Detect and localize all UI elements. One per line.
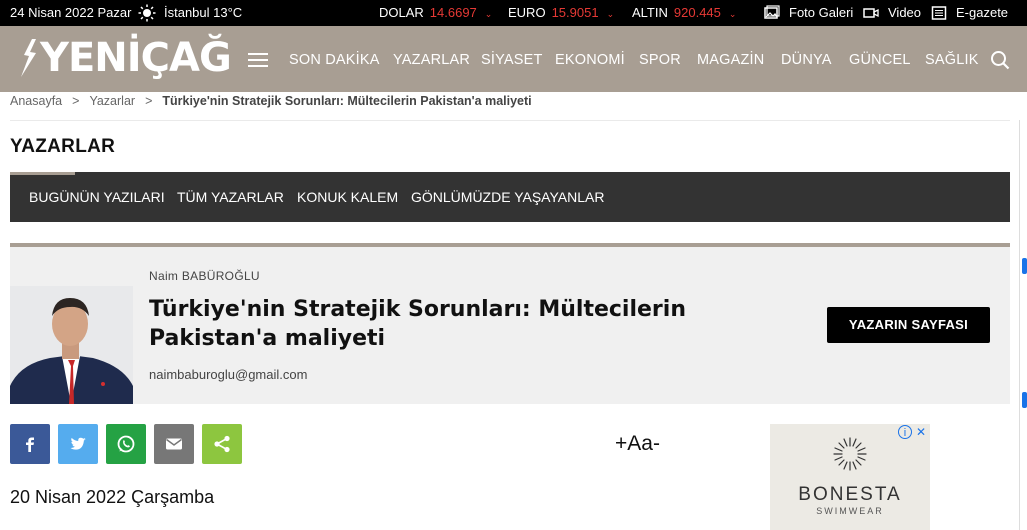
breadcrumb-separator: >	[145, 94, 153, 108]
link-label: Video	[888, 5, 922, 20]
email-share-button[interactable]	[154, 424, 194, 464]
ad-subtitle: SWIMWEAR	[816, 506, 884, 516]
currency-value: 14.6697	[429, 5, 477, 20]
nav-magazin[interactable]: MAGAZİN	[697, 52, 764, 68]
nav-guncel[interactable]: GÜNCEL	[849, 52, 911, 68]
currency-value: 15.9051	[551, 5, 599, 20]
currency-name: DOLAR	[379, 5, 424, 20]
currency-euro[interactable]: EURO 15.9051 ⌄	[508, 5, 614, 20]
site-logo[interactable]: YENİÇAĞ	[18, 35, 232, 81]
chevron-down-icon: ⌄	[728, 9, 737, 19]
email-icon	[166, 438, 182, 450]
ad-brand: BONESTA	[798, 484, 902, 505]
side-panel-edge	[1019, 120, 1027, 530]
breadcrumb: Anasayfa > Yazarlar > Türkiye'nin Stratejik …	[10, 94, 532, 108]
nav-yazarlar[interactable]: YAZARLAR	[393, 52, 470, 68]
breadcrumb-separator: >	[72, 94, 80, 108]
e-gazete-link[interactable]: E-gazete	[931, 5, 1009, 20]
nav-ekonomi[interactable]: EKONOMİ	[555, 52, 625, 68]
search-icon[interactable]	[990, 50, 1010, 70]
currency-name: ALTIN	[632, 5, 668, 20]
font-size-control[interactable]: +Aa-	[615, 432, 660, 456]
site-header: YENİÇAĞ SON DAKİKA YAZARLAR SİYASET EKON…	[0, 26, 1027, 92]
top-bar: 24 Nisan 2022 Pazar İstanbul 13°C DOLAR 1…	[0, 0, 1027, 26]
section-title: YAZARLAR	[10, 136, 116, 157]
twitter-icon	[70, 437, 86, 450]
article-date: 20 Nisan 2022 Çarşamba	[10, 487, 215, 507]
weather-text: İstanbul 13°C	[164, 5, 243, 20]
article-title: Türkiye'nin Stratejik Sorunları: Mülteci…	[149, 297, 686, 351]
author-email[interactable]: naimbaburoglu@gmail.com	[149, 367, 307, 382]
nav-spor[interactable]: SPOR	[639, 52, 681, 68]
logo-mark-icon	[21, 39, 36, 77]
photo-gallery-icon	[764, 5, 780, 19]
facebook-share-button[interactable]	[10, 424, 50, 464]
sun-icon	[138, 4, 156, 22]
breadcrumb-current: Türkiye'nin Stratejik Sorunları: Mülteci…	[162, 94, 532, 108]
link-label: E-gazete	[956, 5, 1009, 20]
tab-bugunun-yazilari[interactable]: BUGÜNÜN YAZILARI	[29, 189, 165, 205]
author-page-button[interactable]: YAZARIN SAYFASI	[827, 307, 990, 343]
whatsapp-share-button[interactable]	[106, 424, 146, 464]
nav-dunya[interactable]: DÜNYA	[781, 52, 832, 68]
link-label: Foto Galeri	[789, 5, 854, 20]
tab-tum-yazarlar[interactable]: TÜM YAZARLAR	[177, 189, 284, 205]
video-icon	[863, 8, 879, 18]
whatsapp-icon	[117, 435, 135, 453]
nav-siyaset[interactable]: SİYASET	[481, 52, 543, 68]
photo-gallery-link[interactable]: Foto Galeri	[764, 5, 854, 20]
advertisement[interactable]: i ✕ BONESTA SWIMWEAR	[770, 424, 930, 530]
breadcrumb-home[interactable]: Anasayfa	[10, 94, 62, 108]
nav-saglik[interactable]: SAĞLIK	[925, 52, 979, 68]
currency-value: 920.445	[673, 5, 721, 20]
nav-son-dakika[interactable]: SON DAKİKA	[289, 52, 380, 68]
side-widget-marker[interactable]	[1022, 392, 1027, 408]
twitter-share-button[interactable]	[58, 424, 98, 464]
menu-icon[interactable]	[248, 53, 268, 67]
active-indicator	[10, 172, 75, 175]
author-photo	[10, 286, 133, 404]
facebook-icon	[26, 437, 34, 452]
chevron-down-icon: ⌄	[484, 9, 493, 19]
author-name[interactable]: Naim BABÜROĞLU	[149, 269, 260, 283]
more-share-button[interactable]	[202, 424, 242, 464]
breadcrumb-yazarlar[interactable]: Yazarlar	[89, 94, 135, 108]
section-subnav: BUGÜNÜN YAZILARI TÜM YAZARLAR KONUK KALE…	[10, 172, 1010, 222]
newspaper-icon	[931, 6, 947, 20]
currency-name: EURO	[508, 5, 546, 20]
chevron-down-icon: ⌄	[606, 9, 615, 19]
side-widget-marker[interactable]	[1022, 258, 1027, 274]
logo-text: YENİÇAĞ	[40, 35, 232, 81]
divider	[10, 120, 1010, 121]
tab-konuk-kalem[interactable]: KONUK KALEM	[297, 189, 398, 205]
current-date: 24 Nisan 2022 Pazar	[10, 5, 132, 20]
video-link[interactable]: Video	[863, 5, 922, 20]
currency-dolar[interactable]: DOLAR 14.6697 ⌄	[379, 5, 492, 20]
author-header: Naim BABÜROĞLU Türkiye'nin Stratejik Sor…	[10, 243, 1010, 404]
tab-gonlumuzde-yasayanlar[interactable]: GÖNLÜMÜZDE YAŞAYANLAR	[411, 189, 604, 205]
currency-altin[interactable]: ALTIN 920.445 ⌄	[632, 5, 736, 20]
share-icon	[214, 435, 230, 453]
sunburst-logo-icon	[833, 437, 867, 471]
